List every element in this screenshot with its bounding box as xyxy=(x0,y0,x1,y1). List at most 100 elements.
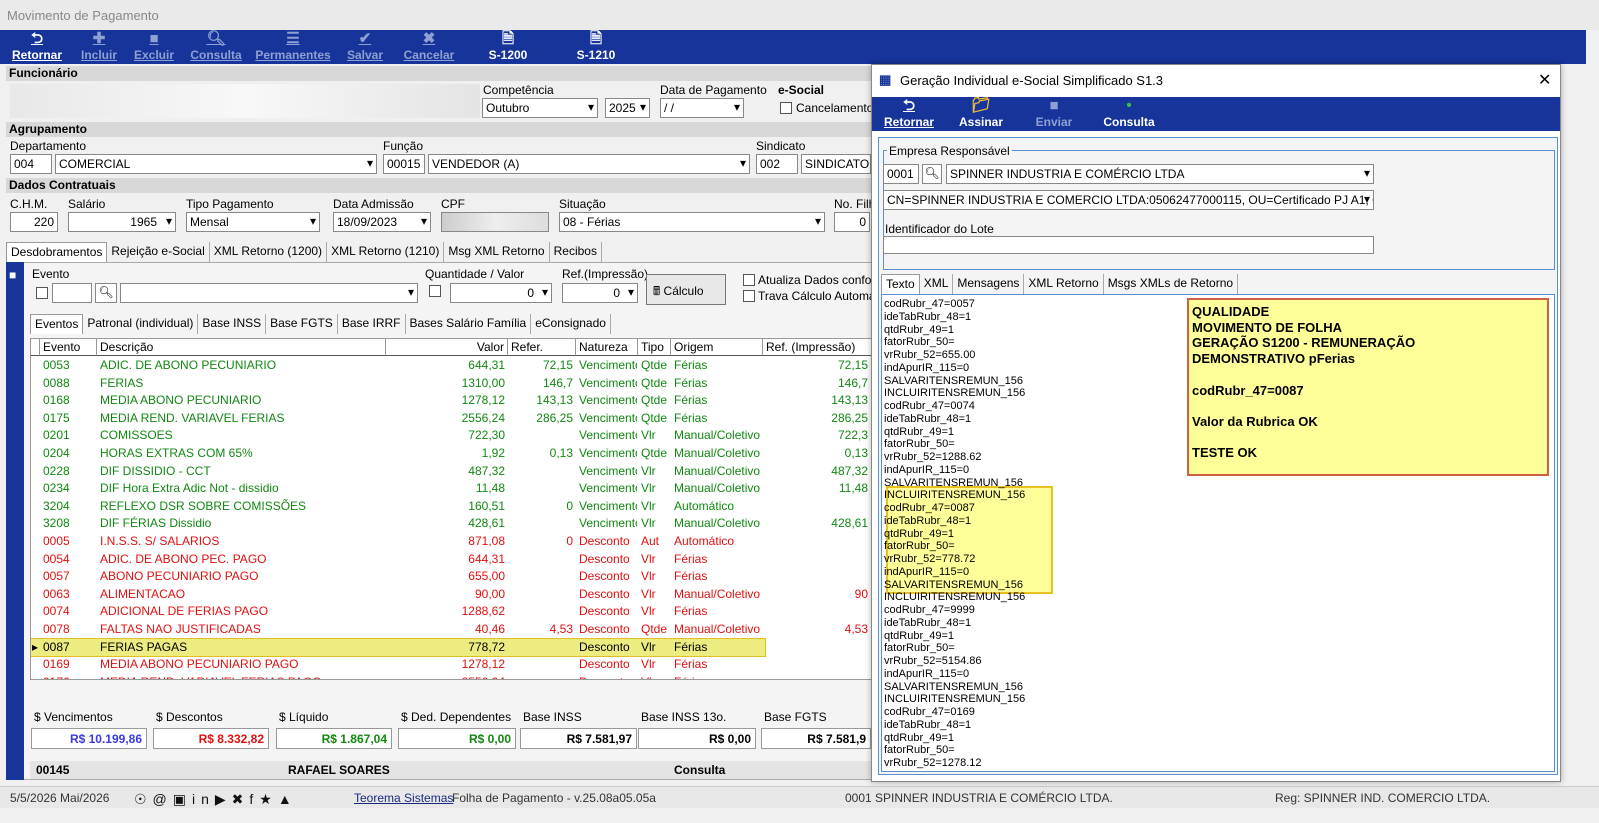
col-evento[interactable]: Evento xyxy=(40,339,97,356)
cancelar-button[interactable]: ✖ Cancelar xyxy=(402,30,456,64)
table-row[interactable]: 0088 FERIAS 1310,00 146,7 Vencimento Qtde Féri… xyxy=(31,375,871,393)
table-row[interactable]: 0078 FALTAS NAO JUSTIFICADAS 40,46 4,53 Desc… xyxy=(31,621,871,639)
situacao-select[interactable]: 08 - Férias xyxy=(559,212,825,232)
dep-name-select[interactable]: COMERCIAL xyxy=(55,154,377,174)
data-pagamento-field[interactable]: / / xyxy=(660,98,744,118)
evento-select[interactable] xyxy=(120,283,418,303)
table-row[interactable]: 0063 ALIMENTACAO 90,00 Desconto Vlr Manual/Co… xyxy=(31,586,871,604)
table-row[interactable]: ▸ 0087 FERIAS PAGAS 778,72 Desconto Vlr Férias xyxy=(31,637,766,658)
ref-field[interactable]: 0 xyxy=(562,283,638,303)
atualiza-checkbox[interactable] xyxy=(743,274,755,286)
consulta-button[interactable]: 🔍︎ Consulta xyxy=(190,30,242,64)
tab-patronal[interactable]: Patronal (individual) xyxy=(83,314,199,334)
s1210-button[interactable]: 🗎︎ S-1210 xyxy=(574,30,618,64)
plus-icon: ✚ xyxy=(92,30,106,47)
cancelamento-checkbox[interactable] xyxy=(780,102,792,114)
certificado-select[interactable]: CN=SPINNER INDUSTRIA E COMERCIO LTDA:050… xyxy=(883,190,1374,210)
table-row[interactable]: 0005 I.N.S.S. S/ SALARIOS 871,08 0 Desconto A… xyxy=(31,533,871,551)
cpf-field-blurred[interactable] xyxy=(441,212,549,232)
table-row[interactable]: 0074 ADICIONAL DE FERIAS PAGO 1288,62 Desco… xyxy=(31,603,871,621)
teorema-link[interactable]: Teorema Sistemas xyxy=(354,791,453,805)
social-icons[interactable]: ☉@▣in▶✖f★▲ xyxy=(134,791,298,808)
sind-name-select[interactable]: SINDICATO D xyxy=(801,154,871,174)
table-row[interactable]: 0176MEDIA REND. VARIAVEL FERIAS PAGO 2556… xyxy=(31,674,871,679)
evento-search-icon[interactable]: 🔍︎ xyxy=(95,283,117,303)
sind-code-field[interactable]: 002 xyxy=(756,154,798,174)
table-row[interactable]: 3204 REFLEXO DSR SOBRE COMISSÕES 160,51 0 Ve… xyxy=(31,498,871,516)
table-row[interactable]: 0228 DIF DISSIDIO - CCT 487,32 Vencimento Vl… xyxy=(31,463,871,481)
dlg-retornar-button[interactable]: ⮌ Retornar xyxy=(880,97,938,131)
col-tipo[interactable]: Tipo xyxy=(638,339,671,356)
table-row[interactable]: 0169 MEDIA ABONO PECUNIARIO PAGO 1278,12 De… xyxy=(31,656,871,674)
cell-tipo: Vlr xyxy=(641,516,656,531)
col-ref-impressao[interactable]: Ref. (Impressão) xyxy=(763,339,871,356)
retornar-button[interactable]: ⮌ Retornar xyxy=(8,30,66,64)
dep-code-field[interactable]: 004 xyxy=(10,154,52,174)
emp-code-field[interactable]: 0001 xyxy=(883,164,919,184)
evento-code-field[interactable] xyxy=(52,283,92,303)
tab-econsignado[interactable]: eConsignado xyxy=(531,314,611,334)
tab-texto[interactable]: Texto xyxy=(881,274,920,294)
tab-recibos[interactable]: Recibos xyxy=(550,242,602,262)
tab-xml-retorno-1200[interactable]: XML Retorno (1200) xyxy=(210,242,328,262)
table-row[interactable]: 0054 ADIC. DE ABONO PEC. PAGO 644,31 Descon… xyxy=(31,551,871,569)
col-refer[interactable]: Refer. xyxy=(508,339,576,356)
tab-xml[interactable]: XML xyxy=(920,274,954,294)
emp-name-select[interactable]: SPINNER INDUSTRIA E COMÉRCIO LTDA xyxy=(946,164,1374,184)
s1200-button[interactable]: 🗎︎ S-1200 xyxy=(486,30,530,64)
tab-base-irrf[interactable]: Base IRRF xyxy=(338,314,406,334)
emp-search-icon[interactable]: 🔍︎ xyxy=(922,164,942,184)
cell-natureza: Vencimento xyxy=(579,375,637,390)
qtd-field[interactable]: 0 xyxy=(450,283,552,303)
tab-xml-retorno-1210[interactable]: XML Retorno (1210) xyxy=(327,242,445,262)
permanentes-button[interactable]: ☰ Permanentes xyxy=(254,30,332,64)
table-row[interactable]: 0175 MEDIA REND. VARIAVEL FERIAS 2556,24 28… xyxy=(31,410,871,428)
table-row[interactable]: 0234 DIF Hora Extra Adic Not - dissidio 11… xyxy=(31,480,871,498)
table-row[interactable]: 0053 ADIC. DE ABONO PECUNIARIO 644,31 72,15… xyxy=(31,357,871,375)
table-row[interactable]: 0057 ABONO PECUNIARIO PAGO 655,00 Desconto V… xyxy=(31,568,871,586)
tab-rejeicao[interactable]: Rejeição e-Social xyxy=(107,242,210,262)
evento-checkbox[interactable] xyxy=(36,287,48,299)
table-row[interactable]: 0201 COMISSOES 722,30 Vencimento Vlr Manual/C… xyxy=(31,427,871,445)
tab-mensagens[interactable]: Mensagens xyxy=(953,274,1025,294)
incluir-button[interactable]: ✚ Incluir xyxy=(78,30,120,64)
col-valor[interactable]: Valor xyxy=(386,339,508,356)
close-icon[interactable]: ✕ xyxy=(1538,70,1551,90)
enviar-button[interactable]: ■ Enviar xyxy=(1032,97,1076,131)
assinar-xml-button[interactable]: 📁︎ Assinar XML xyxy=(946,97,1016,143)
xml-line: fatorRubr_50= xyxy=(884,336,955,349)
nofil-field[interactable]: 0 xyxy=(834,212,870,232)
col-origem[interactable]: Origem xyxy=(671,339,763,356)
tab-msg-xml-retorno[interactable]: Msg XML Retorno xyxy=(444,242,550,262)
func-name-select[interactable]: VENDEDOR (A) xyxy=(428,154,750,174)
table-row[interactable]: 3208 DIF FÉRIAS Dissidio 428,61 Vencimento V… xyxy=(31,515,871,533)
excluir-button[interactable]: ■ Excluir xyxy=(132,30,176,64)
chm-field[interactable]: 220 xyxy=(10,212,58,232)
table-row[interactable]: 0204 HORAS EXTRAS COM 65% 1,92 0,13 Vencimen… xyxy=(31,445,871,463)
tab-desdobramentos[interactable]: Desdobramentos xyxy=(6,242,108,262)
ano-select[interactable]: 2025 xyxy=(605,98,650,118)
tab-base-inss[interactable]: Base INSS xyxy=(198,314,267,334)
lote-field[interactable] xyxy=(883,236,1374,254)
admissao-field[interactable]: 18/09/2023 xyxy=(333,212,431,232)
trash-icon[interactable]: ■ xyxy=(9,268,16,282)
tab-eventos[interactable]: Eventos xyxy=(30,314,84,334)
tab-base-fgts[interactable]: Base FGTS xyxy=(266,314,338,334)
tipo-pagamento-select[interactable]: Mensal xyxy=(186,212,320,232)
table-row[interactable]: 0168 MEDIA ABONO PECUNIARIO 1278,12 143,13 V… xyxy=(31,392,871,410)
col-natureza[interactable]: Natureza xyxy=(576,339,638,356)
tab-bases-salario-familia[interactable]: Bases Salário Família xyxy=(406,314,532,334)
competencia-select[interactable]: Outubro xyxy=(482,98,598,118)
dlg-consulta-button[interactable]: • Consulta xyxy=(1102,97,1156,131)
qtd-checkbox[interactable] xyxy=(429,285,441,297)
col-descricao[interactable]: Descrição xyxy=(97,339,386,356)
tab-msgs-xmls-retorno[interactable]: Msgs XMLs de Retorno xyxy=(1104,274,1239,294)
xml-text-area[interactable]: QUALIDADE MOVIMENTO DE FOLHA GERAÇÃO S1200… xyxy=(882,296,1554,770)
salario-field[interactable]: 1965 xyxy=(68,212,176,232)
tab-xml-retorno[interactable]: XML Retorno xyxy=(1024,274,1104,294)
cell-natureza: Desconto xyxy=(579,569,630,584)
trava-checkbox[interactable] xyxy=(743,290,755,302)
salvar-button[interactable]: ✔ Salvar xyxy=(344,30,386,64)
func-code-field[interactable]: 00015 xyxy=(383,154,425,174)
calculo-button[interactable]: 🖩︎ Cálculo xyxy=(646,274,726,305)
